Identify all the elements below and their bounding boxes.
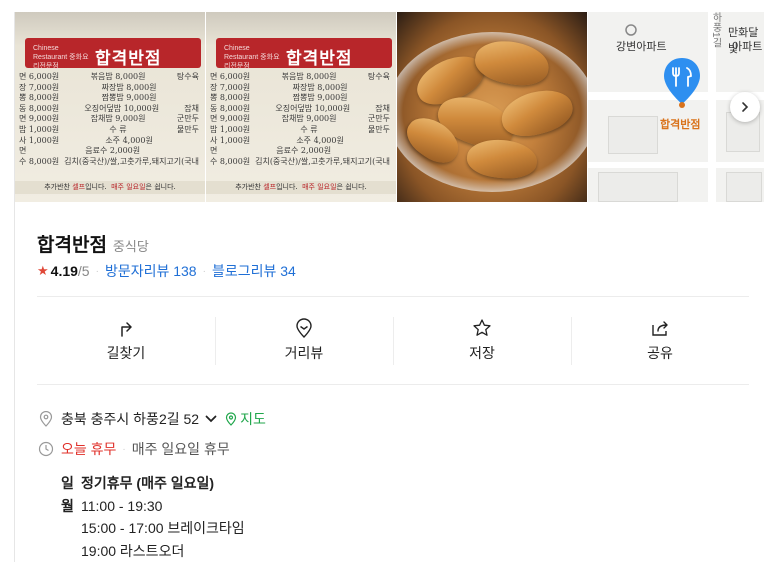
menu-footer: 추가반찬 셀프입니다. 매주 일요일은 쉽니다.: [15, 181, 205, 194]
rating-row: ★ 4.19 /5 · 방문자리뷰 138 · 블로그리뷰 34: [37, 261, 296, 281]
menu-rows: 면 6,000원 볶음밥 8,000원 탕수육 장 7,000원 짜장밥 8,000원…: [19, 72, 203, 167]
menu-banner: Chinese Restaurant 중화요리전문점 합격반점: [25, 38, 201, 70]
next-photo-button[interactable]: [730, 92, 760, 122]
menu-row: 면 9,000원 잡채밥 9,000원 군만두: [210, 114, 390, 124]
divider: [37, 384, 749, 385]
hours-detail: 일 정기휴무 (매주 일요일) 월 11:00 - 19:30 15:00 - 17…: [61, 472, 245, 562]
address-row: 충북 충주시 하풍2길 52 지도: [37, 409, 266, 429]
menu-row: 면 6,000원 볶음밥 8,000원 탕수육: [19, 72, 199, 81]
menu-photo-2[interactable]: Chinese Restaurant 중화요리전문점 합격반점 면 6,000원…: [206, 12, 396, 202]
visitor-reviews-link[interactable]: 방문자리뷰 138: [105, 261, 197, 281]
hours-monday: 월 11:00 - 19:30: [61, 497, 163, 514]
map-link-label: 지도: [240, 411, 266, 427]
menu-row: 장 7,000원 짜장밥 8,000원: [210, 82, 348, 92]
action-bar: 길찾기 거리뷰 저장 공유: [37, 317, 749, 369]
directions-label: 길찾기: [106, 345, 146, 361]
menu-row: 면 6,000원 볶음밥 8,000원 탕수육: [210, 72, 390, 81]
separator-dot: ·: [122, 443, 126, 455]
chevron-right-icon: [742, 102, 749, 112]
menu-photo-1[interactable]: Chinese Restaurant 중화요리전문점 합격반점 면 6,000원…: [15, 12, 205, 202]
menu-row: 면 음료수 2,000원: [19, 146, 141, 156]
map-label-place: 합격반점: [660, 119, 701, 131]
menu-banner-title: 합격반점: [286, 49, 353, 69]
share-label: 공유: [647, 345, 673, 361]
restaurant-pin-icon[interactable]: [660, 56, 704, 108]
menu-banner-sub: Chinese Restaurant 중화요리전문점: [33, 45, 89, 70]
directions-icon: [115, 317, 137, 339]
share-button[interactable]: 공유: [571, 317, 749, 369]
map-road: [588, 162, 764, 168]
menu-row: 뽕 8,000원 짬뽕밥 9,000원: [19, 93, 157, 103]
menu-rows: 면 6,000원 볶음밥 8,000원 탕수육 장 7,000원 짜장밥 8,000원…: [210, 72, 394, 167]
menu-row: 밥 1,000원 수 류 물만두: [19, 124, 199, 134]
menu-banner: Chinese Restaurant 중화요리전문점 합격반점: [216, 38, 392, 70]
menu-footer: 추가반찬 셀프입니다. 매주 일요일은 쉽니다.: [206, 181, 396, 194]
menu-banner-title: 합격반점: [95, 49, 162, 69]
menu-row: 장 7,000원 짜장밥 8,000원: [19, 82, 157, 92]
food-photo-dumplings[interactable]: [397, 12, 587, 202]
menu-row: 수 8,000원 김치(중국산)/쌀,고춧가루,돼지고기(국내: [210, 156, 390, 166]
map-label-apartment-3: 아파트: [732, 41, 763, 53]
map-label-apartment: 강변아파트: [616, 41, 667, 53]
rating-score: 4.19: [50, 263, 78, 279]
rating-star-icon: ★: [37, 263, 49, 278]
closed-rule: 매주 일요일 휴무: [131, 441, 230, 457]
break-time: 15:00 - 17:00 브레이크타임: [81, 520, 245, 536]
location-pin-icon: [37, 410, 55, 428]
street-view-button[interactable]: 거리뷰: [215, 317, 393, 369]
menu-row: 동 8,000원 오징어덮밥 10,000원 잡채: [210, 103, 390, 113]
photo-strip[interactable]: Chinese Restaurant 중화요리전문점 합격반점 면 6,000원…: [15, 12, 773, 202]
star-icon: [471, 317, 493, 339]
menu-row: 동 8,000원 오징어덮밥 10,000원 잡채: [19, 103, 199, 113]
map-building: [726, 172, 762, 202]
menu-row: 면 9,000원 잡채밥 9,000원 군만두: [19, 114, 199, 124]
map-label-road: 하풍1길: [710, 12, 721, 48]
place-panel: Chinese Restaurant 중화요리전문점 합격반점 면 6,000원…: [14, 12, 773, 562]
blog-reviews-link[interactable]: 블로그리뷰 34: [212, 261, 296, 281]
divider: [37, 296, 749, 297]
menu-banner-sub: Chinese Restaurant 중화요리전문점: [224, 45, 280, 70]
menu-row: 뽕 8,000원 짬뽕밥 9,000원: [210, 93, 348, 103]
street-view-icon: [293, 317, 315, 339]
clock-icon: [37, 440, 55, 458]
location-map[interactable]: 강변아파트 하풍1길 만화달빛 아파트 합격반점: [588, 12, 764, 202]
map-pin-icon: [225, 412, 237, 426]
street-view-label: 거리뷰: [284, 345, 324, 361]
menu-row: 면 음료수 2,000원: [210, 146, 332, 156]
apartment-marker-icon: [625, 24, 637, 36]
menu-row: 사 1,000원 소주 4,000원: [19, 135, 153, 145]
chevron-down-icon: [205, 415, 217, 423]
address-text: 충북 충주시 하풍2길 52: [61, 411, 200, 427]
map-building: [608, 116, 658, 154]
hours-status-row[interactable]: 오늘 휴무 · 매주 일요일 휴무: [37, 439, 230, 459]
menu-row: 사 1,000원 소주 4,000원: [210, 135, 344, 145]
menu-row: 수 8,000원 김치(중국산)/쌀,고춧가루,돼지고기(국내: [19, 156, 199, 166]
map-building: [598, 172, 678, 202]
separator-dot: ·: [95, 265, 99, 277]
rating-max: /5: [77, 263, 90, 279]
last-order: 19:00 라스트오더: [81, 542, 185, 559]
share-icon: [649, 317, 671, 339]
place-category: 중식당: [112, 239, 149, 254]
separator-dot: ·: [202, 265, 206, 277]
save-button[interactable]: 저장: [393, 317, 571, 369]
place-name: 합격반점: [37, 235, 107, 256]
hours-sunday: 일 정기휴무 (매주 일요일): [61, 475, 215, 491]
place-title-row: 합격반점 중식당: [37, 230, 149, 257]
today-status: 오늘 휴무: [61, 441, 117, 457]
save-label: 저장: [469, 345, 495, 361]
directions-button[interactable]: 길찾기: [37, 317, 215, 369]
menu-row: 밥 1,000원 수 류 물만두: [210, 124, 390, 134]
map-link[interactable]: 지도: [225, 409, 266, 429]
address-expand-button[interactable]: [205, 414, 217, 424]
